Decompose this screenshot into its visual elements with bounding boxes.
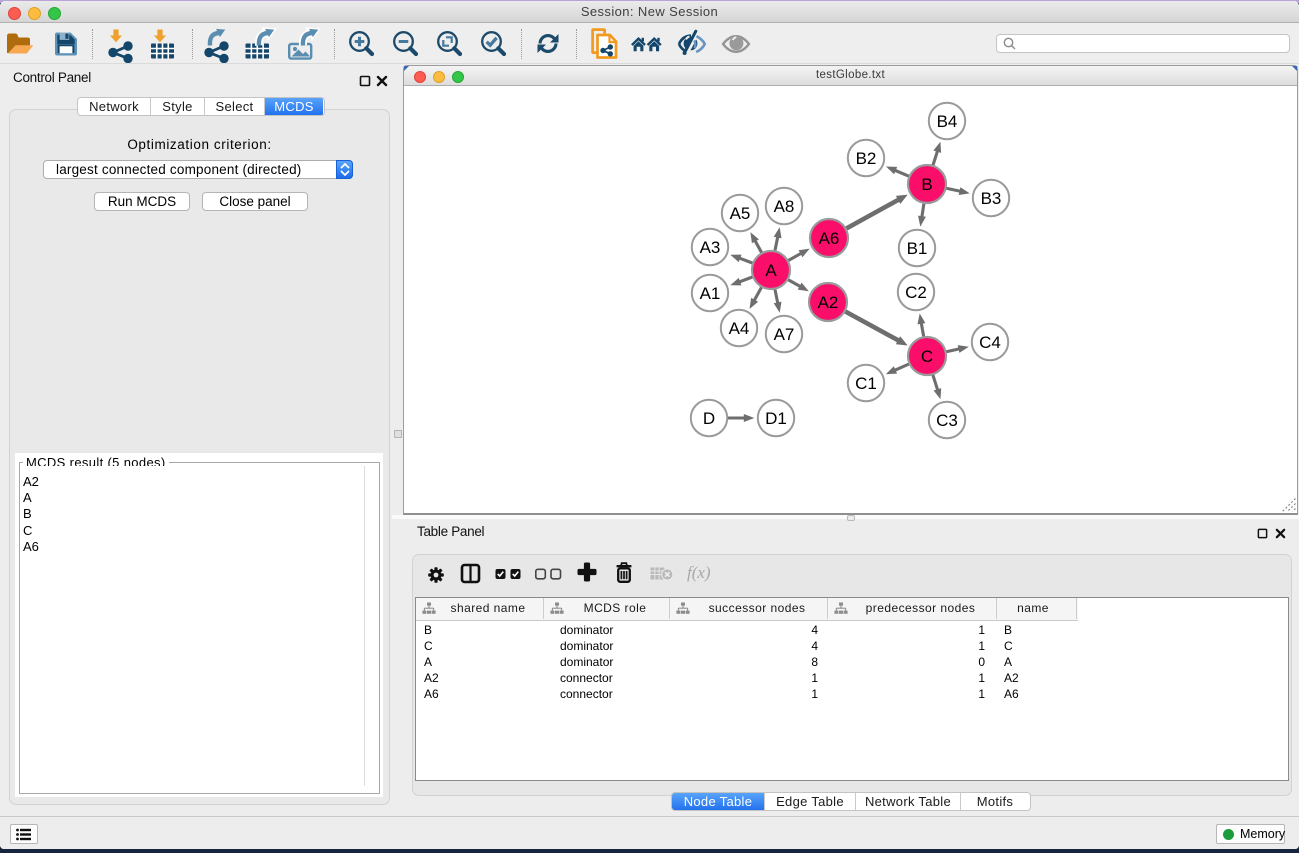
- svg-text:D: D: [703, 409, 715, 428]
- svg-text:A: A: [765, 261, 777, 280]
- svg-text:D1: D1: [765, 409, 787, 428]
- svg-text:C4: C4: [979, 333, 1001, 352]
- svg-text:C: C: [921, 347, 933, 366]
- svg-text:A2: A2: [818, 293, 839, 312]
- svg-text:B1: B1: [907, 239, 928, 258]
- svg-text:B3: B3: [981, 189, 1002, 208]
- svg-text:A8: A8: [774, 197, 795, 216]
- svg-text:A1: A1: [700, 284, 721, 303]
- svg-text:C2: C2: [905, 283, 927, 302]
- svg-text:B2: B2: [856, 149, 877, 168]
- svg-text:C1: C1: [855, 374, 877, 393]
- svg-text:A4: A4: [729, 319, 750, 338]
- svg-text:A6: A6: [819, 229, 840, 248]
- svg-text:B4: B4: [937, 112, 958, 131]
- svg-text:A5: A5: [730, 204, 751, 223]
- svg-text:A3: A3: [700, 238, 721, 257]
- svg-text:B: B: [921, 175, 932, 194]
- svg-text:A7: A7: [774, 325, 795, 344]
- svg-text:C3: C3: [936, 411, 958, 430]
